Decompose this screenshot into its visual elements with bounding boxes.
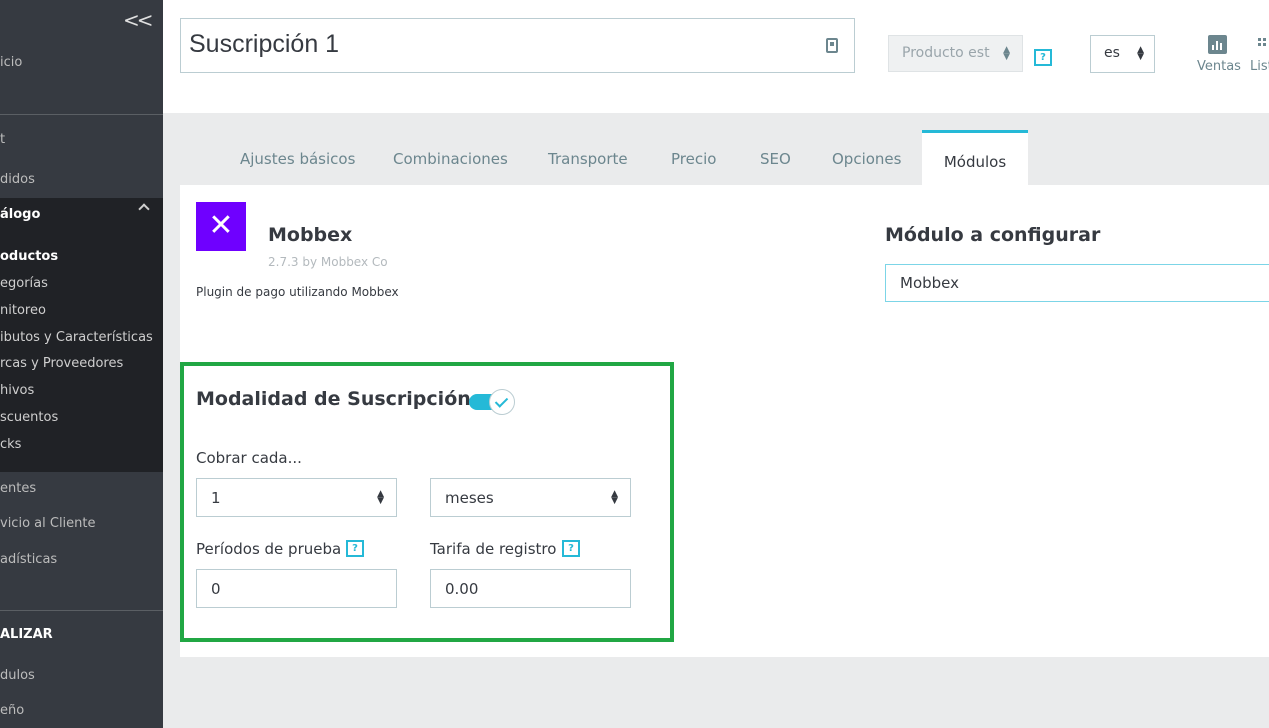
product-name-input[interactable]: Suscripción 1 (180, 18, 855, 73)
sidebar-subitem-brands[interactable]: rcas y Proveedores (0, 356, 123, 371)
sidebar-subitem-files[interactable]: hivos (0, 383, 34, 398)
sidebar-subitem-products[interactable]: oductos (0, 249, 58, 264)
tab-basic-settings[interactable]: Ajustes básicos (240, 150, 355, 168)
sidebar-item-design[interactable]: eño (0, 703, 24, 718)
language-value: es (1104, 45, 1120, 61)
sales-label[interactable]: Ventas (1197, 59, 1241, 74)
sidebar-divider (0, 610, 163, 611)
tab-seo[interactable]: SEO (760, 150, 791, 168)
charge-amount-value: 1 (211, 489, 221, 507)
sidebar-item-truncated[interactable]: t (0, 132, 5, 147)
trial-periods-label: Períodos de prueba (196, 540, 342, 558)
sidebar-subitem-attributes[interactable]: ibutos y Características (0, 330, 153, 345)
tab-pricing[interactable]: Precio (671, 150, 716, 168)
sort-caret-icon: ▲ ▼ (611, 489, 618, 506)
tab-modules[interactable]: Módulos (922, 130, 1028, 185)
help-icon[interactable]: ? (562, 540, 580, 557)
collapse-sidebar-icon[interactable]: << (123, 8, 153, 32)
module-version: 2.7.3 by Mobbex Co (268, 255, 388, 269)
sort-caret-icon: ▲ ▼ (1137, 45, 1144, 62)
subscription-title: Modalidad de Suscripción (196, 388, 471, 410)
sort-caret-icon: ▲ ▼ (1003, 45, 1010, 62)
tab-combinations[interactable]: Combinaciones (393, 150, 508, 168)
bar-chart-icon[interactable] (1208, 35, 1227, 54)
tab-shipping[interactable]: Transporte (548, 150, 628, 168)
sidebar-divider (0, 114, 163, 115)
product-name-value: Suscripción 1 (189, 30, 340, 58)
module-config-select[interactable]: Mobbex (885, 264, 1269, 302)
list-label[interactable]: List (1250, 59, 1269, 74)
sidebar-subitem-stocks[interactable]: cks (0, 437, 21, 452)
modules-panel: ✕ Mobbex 2.7.3 by Mobbex Co Plugin de pa… (180, 185, 1269, 657)
module-config-title: Módulo a configurar (885, 224, 1101, 246)
module-name: Mobbex (268, 224, 353, 246)
help-icon[interactable]: ? (1034, 49, 1052, 66)
sidebar-item-service[interactable]: vicio al Cliente (0, 516, 96, 531)
sidebar-subitem-monitoring[interactable]: nitoreo (0, 303, 46, 318)
sidebar-item-catalog[interactable]: álogo (0, 207, 40, 222)
trial-periods-input[interactable]: 0 (196, 569, 397, 608)
tab-options[interactable]: Opciones (832, 150, 901, 168)
product-header: Suscripción 1 Producto est ▲ ▼ ? es ▲ ▼ Ve… (163, 0, 1269, 113)
charge-amount-select[interactable]: 1 ▲ ▼ (196, 478, 397, 517)
language-select[interactable]: es ▲ ▼ (1090, 35, 1155, 73)
charge-every-label: Cobrar cada... (196, 449, 302, 467)
signup-fee-input[interactable]: 0.00 (430, 569, 631, 608)
contact-book-icon[interactable] (826, 38, 838, 53)
sidebar: << icio t didos álogo oductos egorías ni… (0, 0, 163, 728)
sidebar-subitem-categories[interactable]: egorías (0, 276, 48, 291)
signup-fee-label: Tarifa de registro (430, 540, 557, 558)
sidebar-section-label: ALIZAR (0, 627, 53, 642)
list-icon[interactable] (1258, 38, 1268, 48)
sidebar-item-clients[interactable]: entes (0, 481, 36, 496)
help-icon[interactable]: ? (346, 540, 364, 557)
sidebar-item-orders[interactable]: didos (0, 172, 35, 187)
sidebar-item-modules[interactable]: dulos (0, 668, 35, 683)
subscription-toggle[interactable] (469, 389, 515, 415)
sidebar-subitem-discounts[interactable]: scuentos (0, 410, 58, 425)
charge-unit-select[interactable]: meses ▲ ▼ (430, 478, 631, 517)
checkmark-icon (489, 389, 515, 415)
sort-caret-icon: ▲ ▼ (377, 489, 384, 506)
module-description: Plugin de pago utilizando Mobbex (196, 285, 399, 299)
sidebar-item-top[interactable]: icio (0, 55, 22, 70)
product-status-value: Producto est (902, 45, 990, 61)
charge-unit-value: meses (445, 489, 494, 507)
sidebar-item-stats[interactable]: adísticas (0, 552, 57, 567)
product-status-select[interactable]: Producto est ▲ ▼ (888, 35, 1023, 72)
mobbex-logo: ✕ (196, 202, 246, 251)
